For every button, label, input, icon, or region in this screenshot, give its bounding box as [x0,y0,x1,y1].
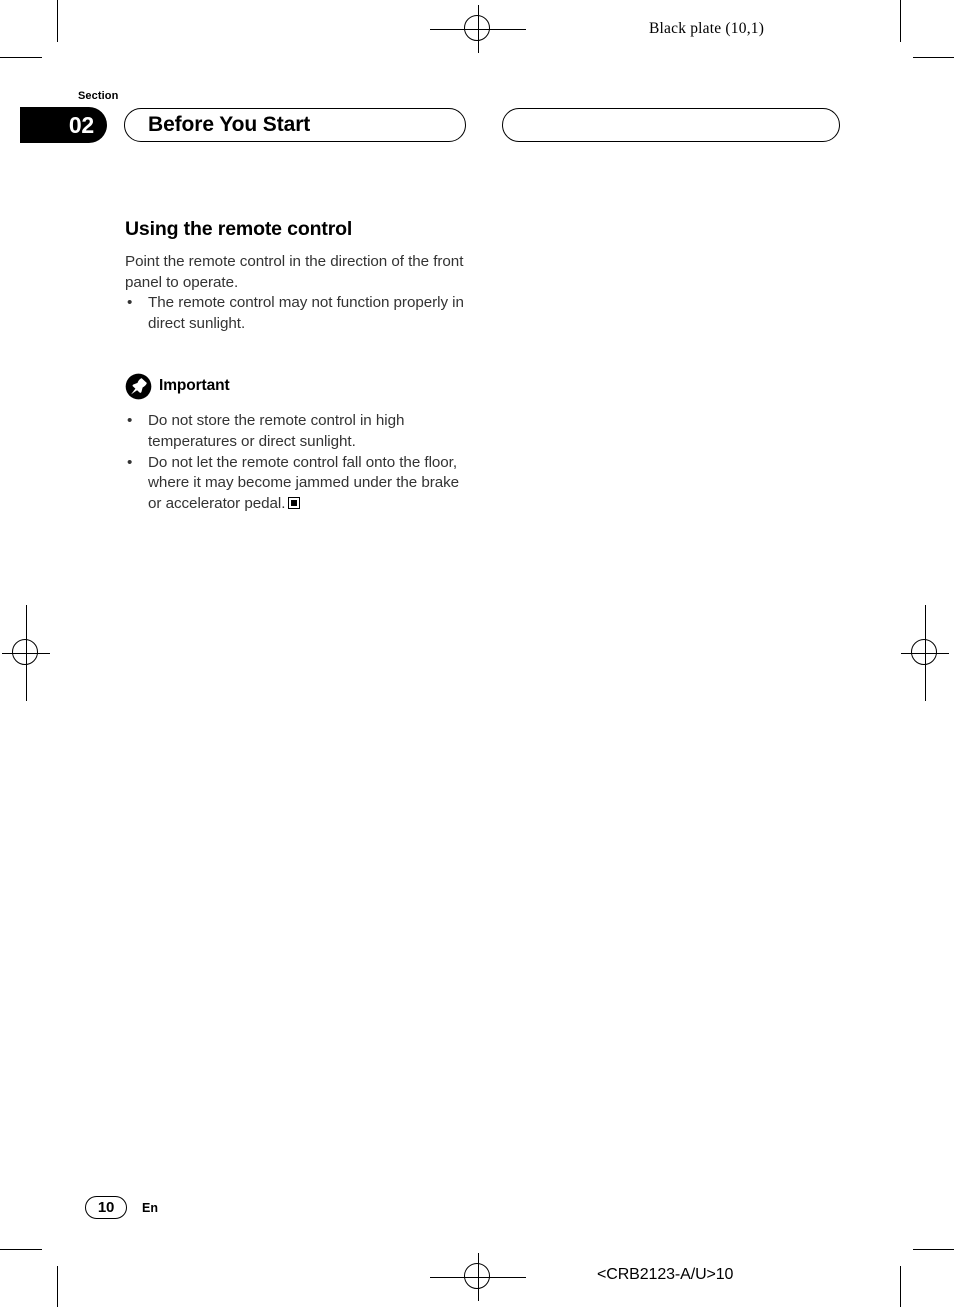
list-item-text: Do not let the remote control fall onto … [148,453,460,513]
important-label: Important [159,377,230,395]
list-item: • Do not let the remote control fall ont… [125,453,470,515]
page-title: Before You Start [148,113,311,136]
intro-bullet-list: • The remote control may not function pr… [125,293,470,335]
end-of-topic-marker-icon [288,497,301,510]
list-item-text: The remote control may not function prop… [148,294,464,333]
blank-header-pill [502,108,840,142]
list-item-text: Do not store the remote control in high … [148,411,405,450]
registration-vertical-line [26,605,27,701]
registration-circle [464,1263,490,1289]
section-label: Section [78,90,119,102]
pin-icon [125,373,152,400]
bullet-marker-icon: • [127,411,133,429]
content-column: Using the remote control Point the remot… [125,218,470,515]
bullet-marker-icon: • [127,294,133,312]
intro-paragraph: Point the remote control in the directio… [125,253,464,291]
trim-mark-top-right-horizontal [913,57,954,58]
language-code: En [142,1201,159,1215]
trim-mark-top-left-vertical [57,0,58,42]
important-bullet-list: • Do not store the remote control in hig… [125,411,470,515]
registration-vertical-line [478,1253,479,1301]
registration-circle [911,639,937,665]
registration-vertical-line [478,5,479,53]
registration-circle [12,639,38,665]
list-item: • The remote control may not function pr… [125,293,470,335]
manual-page: Black plate (10,1) Section 02 Before You… [0,0,954,1307]
trim-mark-bottom-right-horizontal [913,1249,954,1250]
document-code: <CRB2123-A/U>10 [597,1266,734,1283]
trim-mark-bottom-left-horizontal [0,1249,42,1250]
important-heading: Important [125,373,470,400]
bullet-marker-icon: • [127,453,133,471]
registration-vertical-line [925,605,926,701]
trim-mark-bottom-right-vertical [900,1266,901,1307]
important-block: Important • Do not store the remote cont… [125,373,470,515]
trim-mark-bottom-left-vertical [57,1266,58,1307]
section-title-pill: Before You Start [124,108,466,142]
running-head-black-plate: Black plate (10,1) [649,20,765,37]
registration-circle [464,15,490,41]
page-number-badge: 10 [85,1196,127,1219]
section-number-badge: 02 [20,107,107,143]
list-item: • Do not store the remote control in hig… [125,411,470,453]
content-heading: Using the remote control [125,218,353,240]
trim-mark-top-right-vertical [900,0,901,42]
trim-mark-top-left-horizontal [0,57,42,58]
